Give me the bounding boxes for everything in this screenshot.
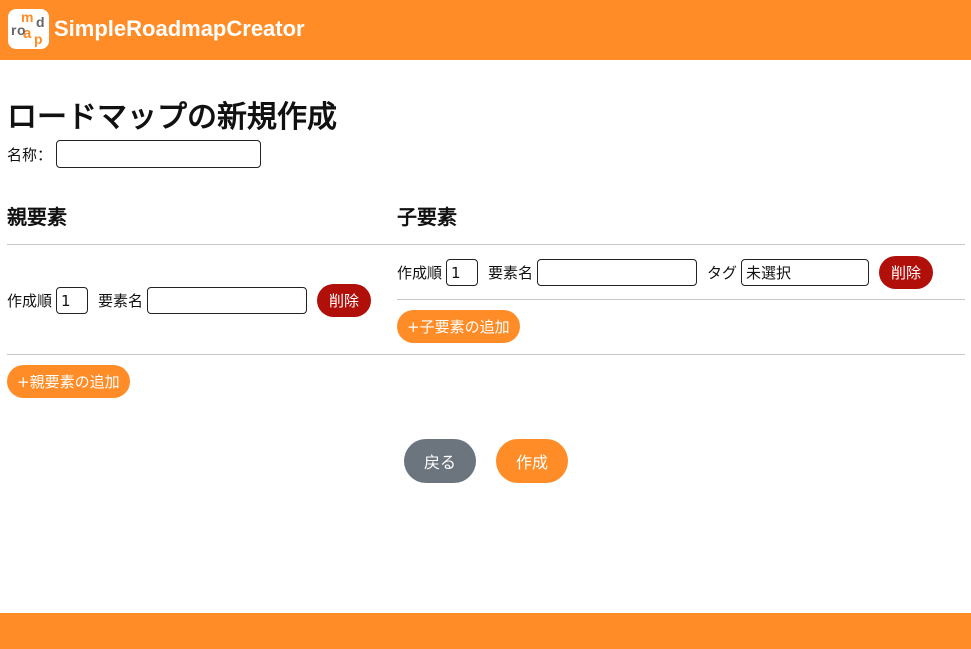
back-button[interactable]: 戻る	[404, 439, 476, 483]
app-header: m a r o p d SimpleRoadmapCreator	[0, 0, 971, 60]
app-logo[interactable]: m a r o p d	[8, 9, 49, 49]
logo-letter-p: p	[34, 31, 43, 47]
add-child-button[interactable]: +子要素の追加	[397, 310, 520, 343]
roadmap-name-input[interactable]	[56, 140, 262, 168]
child-section-title: 子要素	[397, 205, 457, 229]
create-button[interactable]: 作成	[496, 439, 568, 483]
child-order-input[interactable]	[446, 259, 479, 286]
child-element-row: 作成順 要素名 タグ 削除	[397, 256, 934, 289]
app-name[interactable]: SimpleRoadmapCreator	[54, 16, 305, 42]
parent-element-name-label: 要素名	[98, 292, 144, 310]
parent-element-name-input[interactable]	[147, 287, 308, 314]
logo-letter-d: d	[36, 14, 45, 30]
parent-section-title: 親要素	[7, 205, 67, 229]
parent-divider-bottom	[7, 354, 965, 355]
roadmap-name-row: 名称：	[7, 140, 262, 168]
child-tag-label: タグ	[707, 264, 738, 282]
parent-element-row: 作成順 要素名 削除	[7, 284, 372, 317]
add-parent-button[interactable]: +親要素の追加	[7, 365, 130, 398]
parent-divider-top	[7, 244, 391, 245]
child-tag-field[interactable]	[741, 259, 870, 286]
logo-letter-r: r	[11, 22, 17, 38]
parent-order-input[interactable]	[56, 287, 89, 314]
page-title: ロードマップの新規作成	[7, 100, 337, 135]
roadmap-name-label: 名称：	[7, 145, 53, 164]
parent-order-label: 作成順	[7, 292, 53, 310]
logo-letter-o: o	[17, 22, 26, 38]
child-divider-top	[391, 244, 965, 245]
child-divider-bottom	[397, 299, 965, 300]
parent-delete-button[interactable]: 削除	[317, 284, 372, 317]
child-order-label: 作成順	[397, 264, 443, 282]
child-element-name-input[interactable]	[537, 259, 698, 286]
child-delete-button[interactable]: 削除	[879, 256, 934, 289]
child-element-name-label: 要素名	[488, 264, 534, 282]
app-footer	[0, 613, 971, 649]
